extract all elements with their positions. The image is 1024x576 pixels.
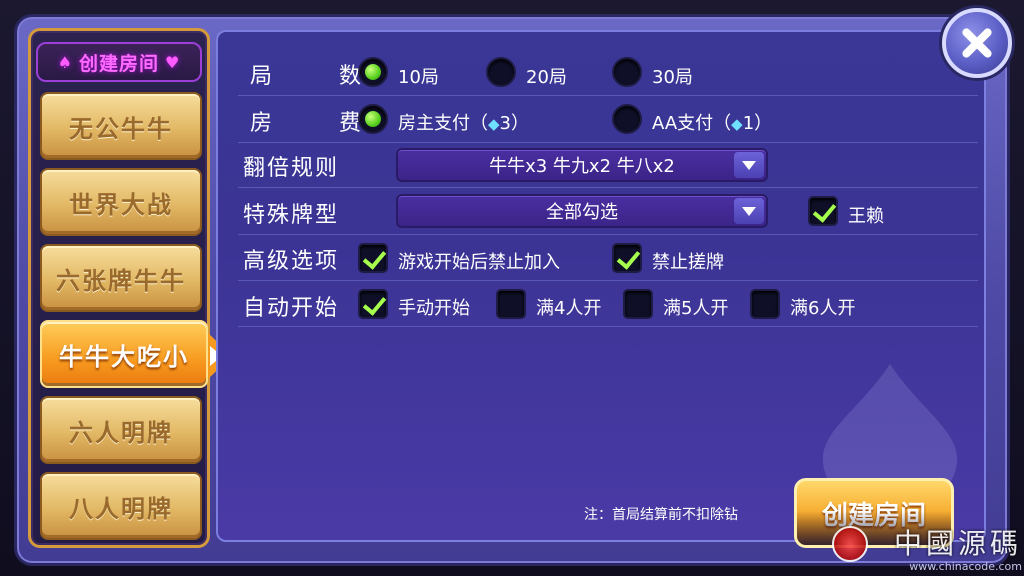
manual-start-checkbox[interactable] — [358, 289, 388, 319]
paren-open: （ — [470, 113, 488, 134]
rounds-30-radio[interactable] — [612, 57, 642, 87]
rounds-10-text: 10局 — [398, 67, 439, 88]
fee-aa-radio[interactable] — [612, 104, 642, 134]
chevron-down-icon[interactable] — [734, 198, 764, 224]
no-rub-text: 禁止搓牌 — [652, 252, 724, 273]
special-dropdown[interactable]: 全部勾选 — [396, 194, 768, 228]
row-divider — [238, 326, 978, 327]
fee-aa-label: AA支付 — [652, 113, 714, 134]
create-room-title-text: 创建房间 — [78, 52, 159, 75]
diamond-icon: ◆ — [731, 115, 743, 133]
rounds-30-text: 30局 — [652, 67, 693, 88]
watermark-url: www.chinacode.com — [909, 559, 1022, 573]
chevron-down-icon[interactable] — [734, 152, 764, 178]
mode-label: 无公牛牛 — [69, 114, 173, 143]
mode-button-eight-players[interactable]: 八人明牌 — [40, 472, 202, 540]
fee-owner-label: 房主支付 — [398, 113, 470, 134]
heart-icon: ♥ — [165, 52, 181, 72]
special-label: 特殊牌型 — [243, 203, 340, 228]
row-divider — [238, 142, 978, 143]
special-value: 全部勾选 — [546, 202, 618, 223]
watermark-text: 中國源碼 — [893, 526, 1022, 560]
mode-label: 牛牛大吃小 — [59, 342, 189, 371]
paren-close: ） — [754, 113, 773, 134]
mode-label: 六人明牌 — [69, 418, 173, 447]
row-divider — [238, 280, 978, 281]
note-text: 注：首局结算前不扣除钻 — [584, 507, 738, 523]
mode-label: 八人明牌 — [69, 494, 173, 523]
mode-button-six-card[interactable]: 六张牌牛牛 — [40, 244, 202, 312]
no-join-text: 游戏开始后禁止加入 — [398, 252, 560, 273]
fee-owner-gem-count: 3 — [499, 113, 511, 134]
create-room-title: ♠ 创建房间 ♥ — [36, 42, 202, 82]
no-join-checkbox[interactable] — [358, 243, 388, 273]
mode-label: 六张牌牛牛 — [56, 266, 186, 295]
row-divider — [238, 95, 978, 96]
full-5-text: 满5人开 — [663, 298, 729, 319]
fee-owner-radio[interactable] — [358, 104, 388, 134]
wang-lai-checkbox[interactable] — [808, 196, 838, 226]
site-watermark: 中國源碼 www.chinacode.com — [832, 520, 1022, 574]
paren-open: （ — [713, 113, 732, 134]
mode-button-six-players[interactable]: 六人明牌 — [40, 396, 202, 464]
auto-start-label: 自动开始 — [243, 296, 340, 321]
paren-close: ） — [511, 113, 529, 134]
advanced-label: 高级选项 — [243, 249, 340, 274]
rounds-20-radio[interactable] — [486, 57, 516, 87]
mode-label: 世界大战 — [69, 190, 173, 219]
fee-aa-text: AA支付（◆1） — [652, 109, 772, 135]
row-divider — [238, 187, 978, 188]
mode-button-big-eats-small[interactable]: 牛牛大吃小 — [40, 320, 232, 388]
fee-aa-gem-count: 1 — [742, 113, 755, 134]
no-rub-checkbox[interactable] — [612, 243, 642, 273]
double-rule-dropdown[interactable]: 牛牛x3 牛九x2 牛八x2 — [396, 148, 768, 182]
spade-icon: ♠ — [57, 52, 73, 72]
double-rule-label: 翻倍规则 — [243, 156, 340, 181]
wang-lai-text: 王赖 — [848, 206, 884, 227]
full-4-checkbox[interactable] — [496, 289, 526, 319]
rounds-10-radio[interactable] — [358, 57, 388, 87]
full-6-text: 满6人开 — [790, 298, 856, 319]
double-rule-value: 牛牛x3 牛九x2 牛八x2 — [489, 156, 675, 177]
full-6-checkbox[interactable] — [750, 289, 780, 319]
diamond-icon: ◆ — [488, 115, 500, 133]
close-icon[interactable] — [942, 8, 1012, 78]
watermark-logo-icon — [832, 526, 868, 562]
full-4-text: 满4人开 — [536, 298, 602, 319]
full-5-checkbox[interactable] — [623, 289, 653, 319]
manual-start-text: 手动开始 — [398, 298, 470, 319]
rounds-20-text: 20局 — [526, 67, 567, 88]
mode-button-world-war[interactable]: 世界大战 — [40, 168, 202, 236]
mode-button-wugong[interactable]: 无公牛牛 — [40, 92, 202, 160]
fee-owner-text: 房主支付（◆3） — [398, 109, 529, 135]
row-divider — [238, 234, 978, 235]
